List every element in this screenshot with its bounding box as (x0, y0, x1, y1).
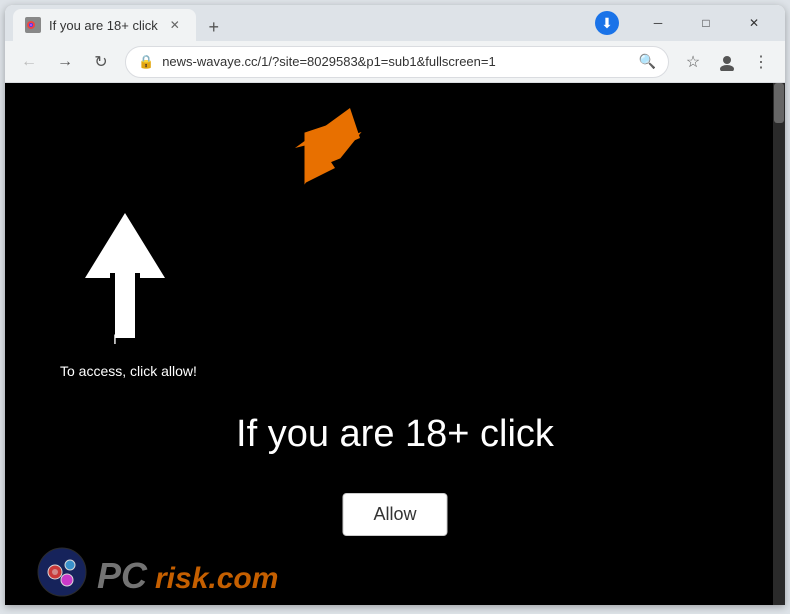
white-up-arrow (85, 213, 165, 333)
main-heading: If you are 18+ click (5, 413, 785, 456)
instruction-text: To access, click allow! (60, 363, 197, 379)
watermark-text: PC risk.com (95, 553, 285, 593)
orange-pointer-arrow (280, 103, 360, 193)
svg-text:PC: PC (97, 555, 148, 593)
minimize-button[interactable]: ─ (635, 7, 681, 39)
address-search-icon[interactable]: 🔍 (639, 53, 656, 70)
reload-button[interactable]: ↻ (85, 46, 117, 78)
navigation-bar: ← → ↻ 🔒 news-wavaye.cc/1/?site=8029583&p… (5, 41, 785, 83)
address-bar[interactable]: 🔒 news-wavaye.cc/1/?site=8029583&p1=sub1… (125, 46, 669, 78)
title-bar: If you are 18+ click ✕ + ⬇ ─ □ ✕ (5, 5, 785, 41)
close-button[interactable]: ✕ (731, 7, 777, 39)
scrollbar-thumb[interactable] (774, 83, 784, 123)
forward-button[interactable]: → (49, 46, 81, 78)
risk-text-icon: risk.com (155, 553, 285, 593)
new-tab-button[interactable]: + (200, 13, 228, 41)
menu-button[interactable]: ⋮ (745, 46, 777, 78)
scrollbar[interactable] (773, 83, 785, 605)
bookmark-button[interactable]: ☆ (677, 46, 709, 78)
pc-text-icon: PC (95, 553, 155, 593)
page-content: To access, click allow! I If you are 18+… (5, 83, 785, 605)
maximize-button[interactable]: □ (683, 7, 729, 39)
pcrisk-watermark: PC risk.com (35, 545, 285, 600)
active-tab[interactable]: If you are 18+ click ✕ (13, 9, 196, 41)
nav-extras: ☆ ⋮ (677, 46, 777, 78)
pcrisk-logo-icon (35, 545, 90, 600)
tab-close-button[interactable]: ✕ (166, 16, 184, 34)
profile-download-icon[interactable]: ⬇ (595, 11, 619, 35)
allow-button[interactable]: Allow (342, 493, 447, 536)
svg-text:risk.com: risk.com (155, 562, 278, 593)
url-text: news-wavaye.cc/1/?site=8029583&p1=sub1&f… (162, 54, 630, 69)
tab-strip: If you are 18+ click ✕ + (13, 5, 591, 41)
tab-title: If you are 18+ click (49, 18, 158, 33)
tab-favicon (25, 17, 41, 33)
back-button[interactable]: ← (13, 46, 45, 78)
mouse-cursor: I (113, 331, 117, 347)
lock-icon: 🔒 (138, 54, 154, 70)
browser-window: If you are 18+ click ✕ + ⬇ ─ □ ✕ ← → ↻ 🔒… (5, 5, 785, 605)
window-controls: ─ □ ✕ (635, 7, 777, 39)
profile-button[interactable] (711, 46, 743, 78)
